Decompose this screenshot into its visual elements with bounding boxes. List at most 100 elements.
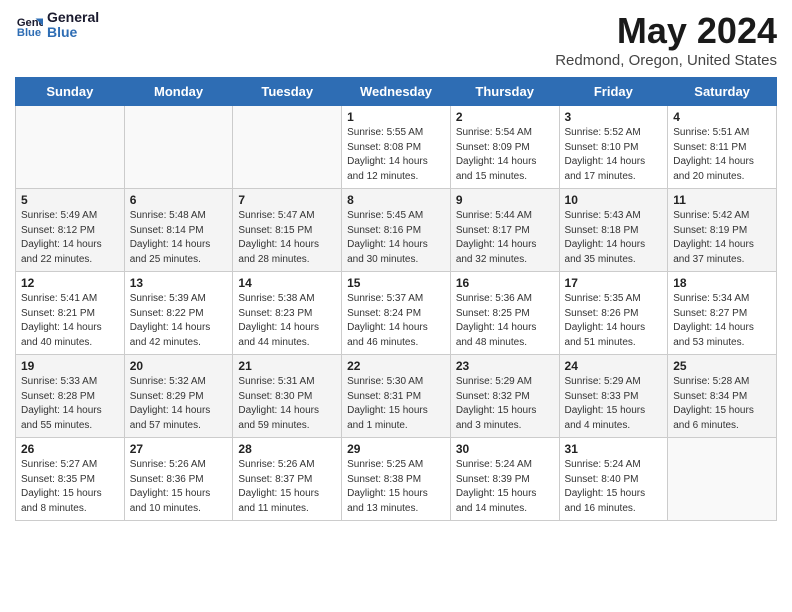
day-number: 21 [238,359,336,373]
calendar-cell: 21 Sunrise: 5:31 AM Sunset: 8:30 PM Dayli… [233,355,342,438]
col-header-sunday: Sunday [16,78,125,106]
calendar-cell: 14 Sunrise: 5:38 AM Sunset: 8:23 PM Dayli… [233,272,342,355]
day-detail: Sunrise: 5:26 AM Sunset: 8:36 PM Dayligh… [130,458,228,516]
day-detail: Sunrise: 5:29 AM Sunset: 8:33 PM Dayligh… [565,375,663,433]
calendar-cell: 17 Sunrise: 5:35 AM Sunset: 8:26 PM Dayli… [559,272,668,355]
day-number: 28 [238,442,336,456]
day-detail: Sunrise: 5:36 AM Sunset: 8:25 PM Dayligh… [456,292,554,350]
day-detail: Sunrise: 5:42 AM Sunset: 8:19 PM Dayligh… [673,209,771,267]
logo: General Blue General Blue [15,10,99,41]
day-detail: Sunrise: 5:39 AM Sunset: 8:22 PM Dayligh… [130,292,228,350]
calendar-cell: 9 Sunrise: 5:44 AM Sunset: 8:17 PM Daylig… [450,189,559,272]
page-subtitle: Redmond, Oregon, United States [555,52,777,69]
calendar-cell [233,106,342,189]
day-number: 1 [347,110,445,124]
col-header-saturday: Saturday [668,78,777,106]
day-number: 19 [21,359,119,373]
day-number: 2 [456,110,554,124]
day-number: 6 [130,193,228,207]
col-header-monday: Monday [124,78,233,106]
day-detail: Sunrise: 5:44 AM Sunset: 8:17 PM Dayligh… [456,209,554,267]
day-detail: Sunrise: 5:52 AM Sunset: 8:10 PM Dayligh… [565,126,663,184]
calendar-week-row: 26Sunrise: 5:27 AM Sunset: 8:35 PM Dayli… [16,438,777,521]
day-detail: Sunrise: 5:35 AM Sunset: 8:26 PM Dayligh… [565,292,663,350]
calendar-cell: 8 Sunrise: 5:45 AM Sunset: 8:16 PM Daylig… [342,189,451,272]
day-number: 7 [238,193,336,207]
day-number: 8 [347,193,445,207]
day-number: 23 [456,359,554,373]
calendar-cell [668,438,777,521]
day-number: 10 [565,193,663,207]
day-detail: Sunrise: 5:29 AM Sunset: 8:32 PM Dayligh… [456,375,554,433]
day-number: 30 [456,442,554,456]
day-number: 14 [238,276,336,290]
calendar-cell [16,106,125,189]
day-number: 12 [21,276,119,290]
day-detail: Sunrise: 5:26 AM Sunset: 8:37 PM Dayligh… [238,458,336,516]
day-detail: Sunrise: 5:51 AM Sunset: 8:11 PM Dayligh… [673,126,771,184]
day-detail: Sunrise: 5:24 AM Sunset: 8:39 PM Dayligh… [456,458,554,516]
day-detail: Sunrise: 5:37 AM Sunset: 8:24 PM Dayligh… [347,292,445,350]
calendar-cell: 24 Sunrise: 5:29 AM Sunset: 8:33 PM Dayli… [559,355,668,438]
calendar-cell: 28 Sunrise: 5:26 AM Sunset: 8:37 PM Dayli… [233,438,342,521]
col-header-wednesday: Wednesday [342,78,451,106]
day-detail: Sunrise: 5:33 AM Sunset: 8:28 PM Dayligh… [21,375,119,433]
day-number: 22 [347,359,445,373]
calendar-cell: 26Sunrise: 5:27 AM Sunset: 8:35 PM Dayli… [16,438,125,521]
calendar-cell: 18Sunrise: 5:34 AM Sunset: 8:27 PM Dayli… [668,272,777,355]
day-detail: Sunrise: 5:49 AM Sunset: 8:12 PM Dayligh… [21,209,119,267]
calendar-cell: 23 Sunrise: 5:29 AM Sunset: 8:32 PM Dayli… [450,355,559,438]
calendar-cell: 13Sunrise: 5:39 AM Sunset: 8:22 PM Dayli… [124,272,233,355]
calendar-week-row: 1Sunrise: 5:55 AM Sunset: 8:08 PM Daylig… [16,106,777,189]
calendar-header-row: SundayMondayTuesdayWednesdayThursdayFrid… [16,78,777,106]
calendar-cell [124,106,233,189]
day-number: 24 [565,359,663,373]
calendar-cell: 4 Sunrise: 5:51 AM Sunset: 8:11 PM Daylig… [668,106,777,189]
logo-general: General [47,10,99,25]
calendar-cell: 2 Sunrise: 5:54 AM Sunset: 8:09 PM Daylig… [450,106,559,189]
day-number: 20 [130,359,228,373]
calendar-week-row: 19 Sunrise: 5:33 AM Sunset: 8:28 PM Dayli… [16,355,777,438]
day-detail: Sunrise: 5:38 AM Sunset: 8:23 PM Dayligh… [238,292,336,350]
day-detail: Sunrise: 5:32 AM Sunset: 8:29 PM Dayligh… [130,375,228,433]
day-detail: Sunrise: 5:24 AM Sunset: 8:40 PM Dayligh… [565,458,663,516]
day-detail: Sunrise: 5:54 AM Sunset: 8:09 PM Dayligh… [456,126,554,184]
day-number: 31 [565,442,663,456]
svg-text:Blue: Blue [17,28,41,40]
day-number: 4 [673,110,771,124]
calendar-week-row: 12Sunrise: 5:41 AM Sunset: 8:21 PM Dayli… [16,272,777,355]
calendar-table: SundayMondayTuesdayWednesdayThursdayFrid… [15,77,777,521]
day-detail: Sunrise: 5:48 AM Sunset: 8:14 PM Dayligh… [130,209,228,267]
day-number: 25 [673,359,771,373]
day-detail: Sunrise: 5:25 AM Sunset: 8:38 PM Dayligh… [347,458,445,516]
col-header-thursday: Thursday [450,78,559,106]
day-number: 29 [347,442,445,456]
day-detail: Sunrise: 5:45 AM Sunset: 8:16 PM Dayligh… [347,209,445,267]
col-header-tuesday: Tuesday [233,78,342,106]
title-area: May 2024 Redmond, Oregon, United States [555,10,777,69]
day-number: 11 [673,193,771,207]
logo-icon: General Blue [15,11,43,39]
day-number: 3 [565,110,663,124]
day-number: 17 [565,276,663,290]
day-number: 16 [456,276,554,290]
calendar-cell: 3 Sunrise: 5:52 AM Sunset: 8:10 PM Daylig… [559,106,668,189]
col-header-friday: Friday [559,78,668,106]
day-number: 9 [456,193,554,207]
calendar-cell: 31 Sunrise: 5:24 AM Sunset: 8:40 PM Dayli… [559,438,668,521]
calendar-cell: 7 Sunrise: 5:47 AM Sunset: 8:15 PM Daylig… [233,189,342,272]
logo-blue: Blue [47,25,99,40]
day-detail: Sunrise: 5:31 AM Sunset: 8:30 PM Dayligh… [238,375,336,433]
calendar-cell: 29 Sunrise: 5:25 AM Sunset: 8:38 PM Dayli… [342,438,451,521]
calendar-cell: 30 Sunrise: 5:24 AM Sunset: 8:39 PM Dayli… [450,438,559,521]
day-detail: Sunrise: 5:47 AM Sunset: 8:15 PM Dayligh… [238,209,336,267]
calendar-cell: 16 Sunrise: 5:36 AM Sunset: 8:25 PM Dayli… [450,272,559,355]
calendar-cell: 1Sunrise: 5:55 AM Sunset: 8:08 PM Daylig… [342,106,451,189]
calendar-cell: 12Sunrise: 5:41 AM Sunset: 8:21 PM Dayli… [16,272,125,355]
calendar-cell: 6 Sunrise: 5:48 AM Sunset: 8:14 PM Daylig… [124,189,233,272]
calendar-cell: 20 Sunrise: 5:32 AM Sunset: 8:29 PM Dayli… [124,355,233,438]
header: General Blue General Blue May 2024 Redmo… [15,10,777,69]
calendar-cell: 15Sunrise: 5:37 AM Sunset: 8:24 PM Dayli… [342,272,451,355]
day-detail: Sunrise: 5:34 AM Sunset: 8:27 PM Dayligh… [673,292,771,350]
calendar-cell: 27Sunrise: 5:26 AM Sunset: 8:36 PM Dayli… [124,438,233,521]
